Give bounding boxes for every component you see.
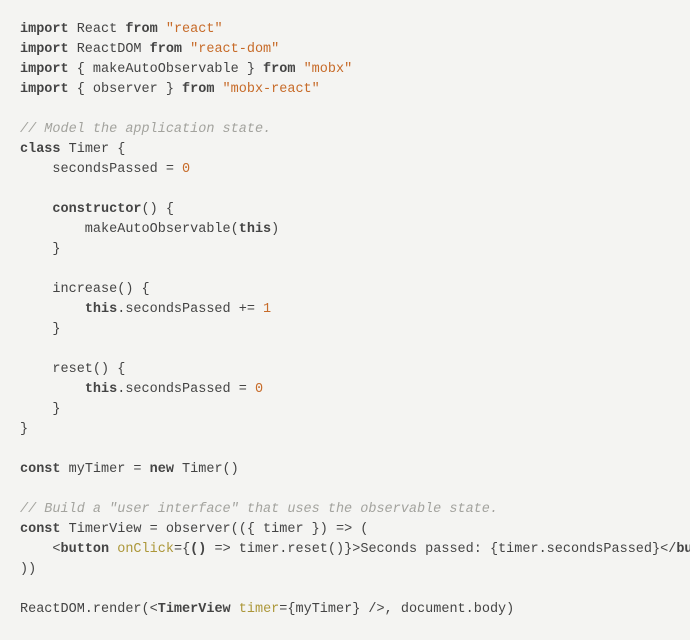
- code-text: {: [287, 602, 295, 617]
- code-text: ) => (: [320, 522, 369, 537]
- jsx-tag: button: [676, 542, 690, 557]
- code-text: .secondsPassed =: [117, 382, 255, 397]
- keyword-this: this: [239, 222, 271, 237]
- code-text: }: [20, 422, 28, 437]
- keyword-import: import: [20, 22, 69, 37]
- code-text: }: [20, 322, 61, 337]
- keyword-from: from: [263, 62, 295, 77]
- keyword-import: import: [20, 62, 69, 77]
- code-text: />,: [360, 602, 401, 617]
- comment: // Model the application state.: [20, 122, 271, 137]
- code-text: ReactDOM.render(<: [20, 602, 158, 617]
- string-literal: "react": [166, 22, 223, 37]
- jsx-attr: onClick: [117, 542, 174, 557]
- code-text: { observer }: [69, 82, 182, 97]
- code-text: [214, 82, 222, 97]
- code-text: () {: [117, 282, 149, 297]
- string-literal: "react-dom": [190, 42, 279, 57]
- code-text: myTimer: [296, 602, 353, 617]
- keyword-import: import: [20, 82, 69, 97]
- code-text: document: [401, 602, 466, 617]
- code-text: .body): [466, 602, 515, 617]
- string-literal: "mobx": [304, 62, 353, 77]
- keyword-this: this: [85, 302, 117, 317]
- jsx-tag: TimerView: [158, 602, 231, 617]
- keyword-const: const: [20, 522, 61, 537]
- keyword-from: from: [182, 82, 214, 97]
- code-text: =: [174, 542, 182, 557]
- jsx-tag: button: [61, 542, 110, 557]
- code-text: timer.secondsPassed: [498, 542, 652, 557]
- code-text: [20, 382, 85, 397]
- code-text: }: [652, 542, 660, 557]
- number-literal: 0: [255, 382, 263, 397]
- code-text: <: [20, 542, 61, 557]
- code-text: React: [69, 22, 126, 37]
- number-literal: 1: [263, 302, 271, 317]
- keyword-new: new: [150, 462, 174, 477]
- number-literal: 0: [182, 162, 190, 177]
- code-text: Timer {: [61, 142, 126, 157]
- code-text: ): [271, 222, 279, 237]
- code-text: makeAutoObservable(: [20, 222, 239, 237]
- code-text: )): [20, 562, 36, 577]
- code-text: { makeAutoObservable }: [69, 62, 263, 77]
- code-text: TimerView = observer((: [61, 522, 247, 537]
- keyword-from: from: [150, 42, 182, 57]
- keyword-from: from: [125, 22, 157, 37]
- code-text: [20, 302, 85, 317]
- code-block: import React from "react" import ReactDO…: [20, 20, 670, 620]
- code-text: => timer.reset(): [206, 542, 344, 557]
- code-text: Timer(): [174, 462, 239, 477]
- method-name: reset: [20, 362, 93, 377]
- keyword-import: import: [20, 42, 69, 57]
- code-text: </: [660, 542, 676, 557]
- code-text: [158, 22, 166, 37]
- code-text: () {: [142, 202, 174, 217]
- code-text: secondsPassed =: [20, 162, 182, 177]
- code-text: }: [20, 242, 61, 257]
- keyword-const: const: [20, 462, 61, 477]
- keyword-this: this: [85, 382, 117, 397]
- code-text: [231, 602, 239, 617]
- jsx-text: Seconds passed:: [360, 542, 490, 557]
- keyword-class: class: [20, 142, 61, 157]
- comment: // Build a "user interface" that uses th…: [20, 502, 498, 517]
- code-text: [182, 42, 190, 57]
- jsx-attr: timer: [239, 602, 280, 617]
- code-text: () {: [93, 362, 125, 377]
- code-text: ReactDOM: [69, 42, 150, 57]
- code-text: {: [182, 542, 190, 557]
- code-text: {: [490, 542, 498, 557]
- method-name: increase: [20, 282, 117, 297]
- code-text: }: [20, 402, 61, 417]
- code-text: { timer }: [247, 522, 320, 537]
- code-text: [295, 62, 303, 77]
- code-text: .secondsPassed +=: [117, 302, 263, 317]
- keyword-constructor: constructor: [20, 202, 142, 217]
- code-text: myTimer =: [61, 462, 150, 477]
- string-literal: "mobx-react": [223, 82, 320, 97]
